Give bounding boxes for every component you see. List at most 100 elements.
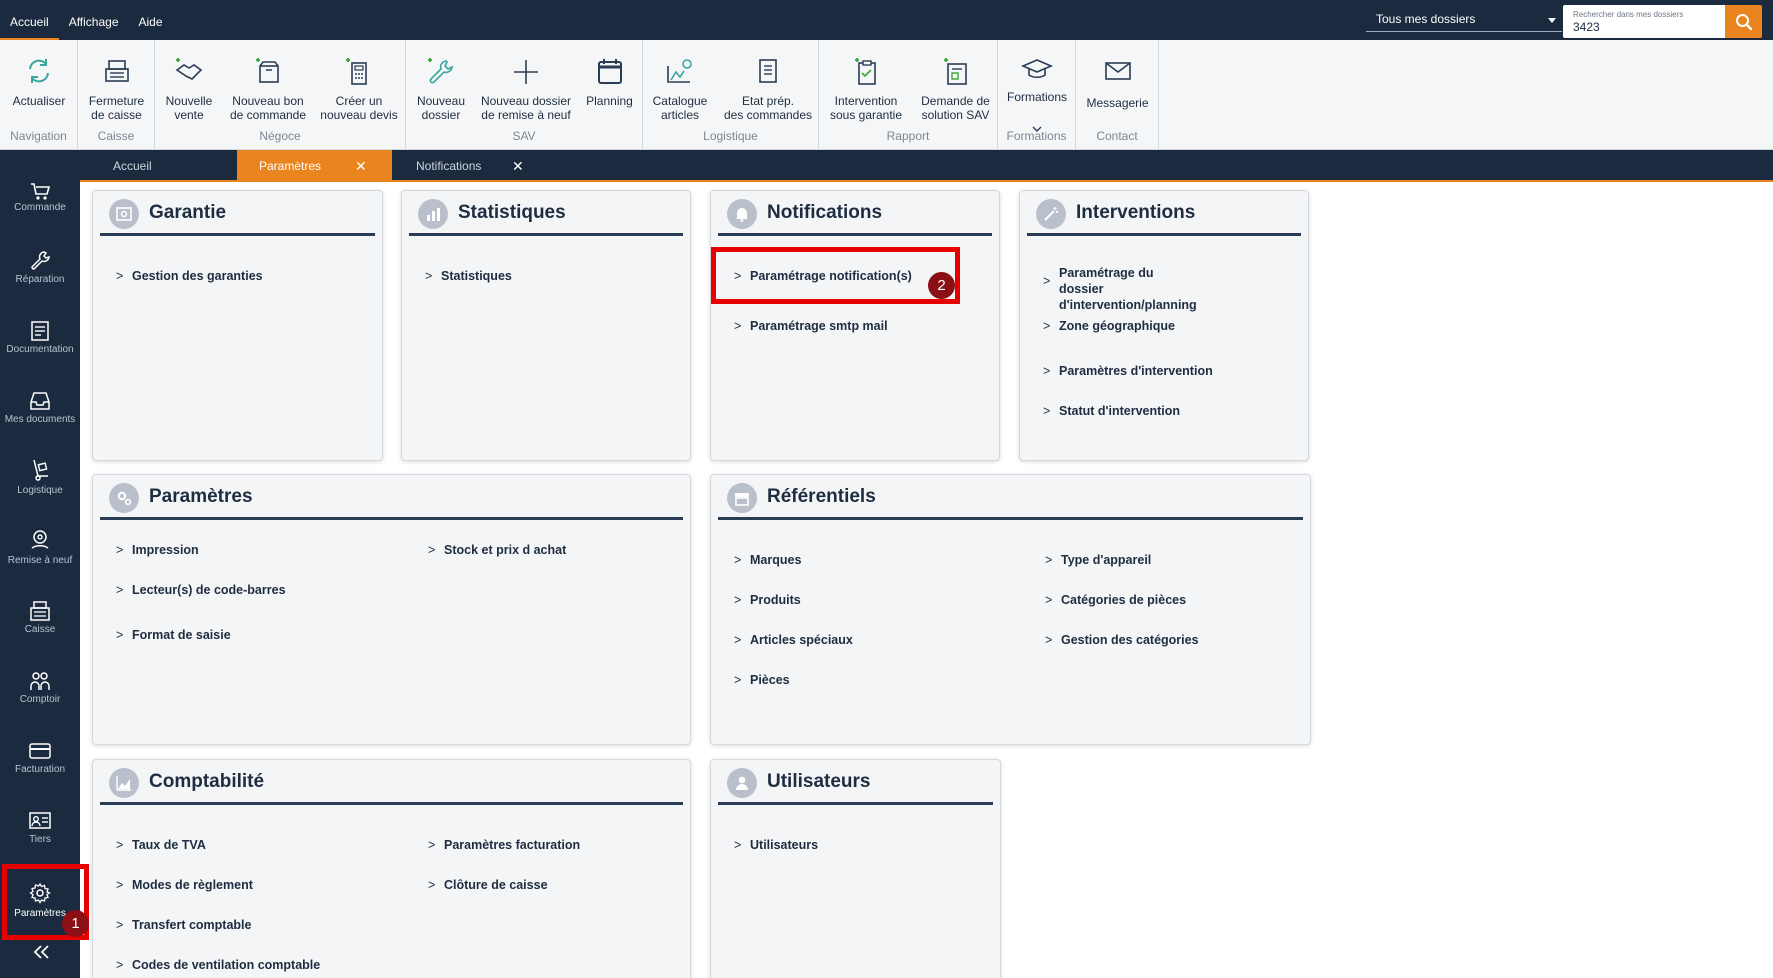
link-marques[interactable]: > Marques: [734, 553, 801, 567]
plus-icon: [514, 60, 538, 84]
sidebar-item-comptoir[interactable]: Comptoir: [0, 670, 80, 740]
link-zone-geographique[interactable]: > Zone géographique: [1043, 319, 1175, 333]
tab-notifications[interactable]: Notifications ✕: [392, 150, 542, 182]
link-pieces[interactable]: > Pièces: [734, 673, 790, 687]
link-label: Gestion des garanties: [132, 269, 263, 283]
link-lecteurs-code-barres[interactable]: > Lecteur(s) de code-barres: [116, 583, 286, 597]
checklist-icon: [759, 59, 777, 83]
link-modes-reglement[interactable]: > Modes de règlement: [116, 878, 253, 892]
nouveau-dossier-remise-neuf-button[interactable]: Nouveau dossier de remise à neuf: [476, 40, 576, 130]
close-icon[interactable]: ✕: [355, 150, 367, 182]
actualiser-button[interactable]: Actualiser: [0, 40, 78, 130]
card-header: Notifications: [718, 191, 992, 236]
tab-notifications-label: Notifications: [416, 159, 482, 173]
search-scope-select[interactable]: Tous mes dossiers: [1366, 7, 1562, 32]
link-produits[interactable]: > Produits: [734, 593, 801, 607]
link-impression[interactable]: > Impression: [116, 543, 199, 557]
sidebar-item-logistique[interactable]: Logistique: [0, 458, 80, 528]
link-label: Stock et prix d achat: [444, 543, 567, 557]
sidebar-item-documentation[interactable]: Documentation: [0, 320, 80, 390]
link-statut-intervention[interactable]: > Statut d'intervention: [1043, 404, 1180, 418]
link-categories-pieces[interactable]: > Catégories de pièces: [1045, 593, 1186, 607]
wrench-plus-icon: [428, 58, 453, 84]
intervention-garantie-button[interactable]: Intervention sous garantie: [819, 40, 913, 130]
sidebar-item-label: Réparation: [15, 274, 65, 285]
formations-button[interactable]: Formations: [998, 40, 1076, 132]
link-parametres-intervention[interactable]: > Paramètres d'intervention: [1043, 364, 1213, 378]
link-statistiques[interactable]: > Statistiques: [425, 269, 512, 283]
link-utilisateurs[interactable]: > Utilisateurs: [734, 838, 818, 852]
etat-preparation-commandes-label: Etat prép. des commandes: [723, 94, 813, 122]
messagerie-button[interactable]: Messagerie: [1076, 40, 1159, 130]
card-interventions: Interventions > Paramétrage du dossier d'…: [1019, 190, 1309, 461]
envelope-icon: [1104, 62, 1131, 80]
nouveau-dossier-button[interactable]: Nouveau dossier: [406, 40, 476, 130]
sidebar-item-mes-documents[interactable]: Mes documents: [0, 390, 80, 460]
refresh-icon: [29, 59, 49, 83]
area-chart-icon: [109, 768, 139, 798]
sidebar-item-facturation[interactable]: Facturation: [0, 740, 80, 810]
card-comptabilite: Comptabilité > Taux de TVA > Modes de règl…: [92, 759, 691, 978]
creer-devis-button[interactable]: Créer un nouveau devis: [313, 40, 405, 130]
link-articles-speciaux[interactable]: > Articles spéciaux: [734, 633, 853, 647]
fermeture-caisse-button[interactable]: Fermeture de caisse: [78, 40, 155, 130]
link-parametrage-smtp[interactable]: > Paramétrage smtp mail: [734, 319, 888, 333]
link-label: Format de saisie: [132, 628, 231, 642]
link-type-appareil[interactable]: > Type d'appareil: [1045, 553, 1151, 567]
actualiser-label: Actualiser: [12, 94, 66, 108]
link-label: Type d'appareil: [1061, 553, 1152, 567]
store-icon: [727, 483, 757, 513]
link-codes-ventilation[interactable]: > Codes de ventilation comptable: [116, 958, 320, 972]
nouvelle-vente-button[interactable]: Nouvelle vente: [155, 40, 223, 130]
catalogue-articles-button[interactable]: Catalogue articles: [643, 40, 717, 130]
link-parametres-facturation[interactable]: > Paramètres facturation: [428, 838, 580, 852]
tab-parametres[interactable]: Paramètres ✕: [237, 150, 392, 182]
handshake-plus-icon: [175, 58, 203, 80]
link-label: Transfert comptable: [132, 918, 252, 932]
sidebar-item-commande[interactable]: Commande: [0, 180, 80, 250]
link-gestion-categories[interactable]: > Gestion des catégories: [1045, 633, 1199, 647]
formations-label: Formations: [1006, 90, 1068, 104]
link-format-saisie[interactable]: > Format de saisie: [116, 628, 231, 642]
refurbish-icon: [31, 530, 49, 549]
card-notifications: Notifications > Paramétrage notification(…: [710, 190, 1000, 461]
step-badge-1: 1: [62, 910, 89, 937]
calendar-icon: [597, 59, 622, 84]
top-menu-bar: Accueil Affichage Aide Tous mes dossiers…: [0, 0, 1773, 40]
sidebar-item-remise-a-neuf[interactable]: Remise à neuf: [0, 528, 80, 598]
tab-accueil-label: Accueil: [113, 159, 152, 173]
sidebar: Commande Réparation Documentation Mes do…: [0, 150, 80, 978]
search-input[interactable]: Rechercher dans mes dossiers 3423: [1563, 5, 1726, 38]
close-icon[interactable]: ✕: [512, 150, 524, 182]
link-label: Pièces: [750, 673, 790, 687]
link-label: Articles spéciaux: [750, 633, 853, 647]
link-parametrage-dossier-intervention[interactable]: > Paramétrage du dossier d'intervention/p…: [1043, 266, 1197, 312]
nouveau-bon-commande-label: Nouveau bon de commande: [229, 94, 307, 122]
link-gestion-garanties[interactable]: > Gestion des garanties: [116, 269, 263, 283]
menu-affichage[interactable]: Affichage: [59, 0, 129, 40]
menu-accueil[interactable]: Accueil: [0, 0, 59, 40]
card-header: Garantie: [100, 191, 375, 236]
card-title: Utilisateurs: [767, 771, 871, 792]
link-taux-tva[interactable]: > Taux de TVA: [116, 838, 206, 852]
menu-aide[interactable]: Aide: [129, 0, 173, 40]
group-label-rapport: Rapport: [886, 129, 930, 143]
planning-button[interactable]: Planning: [576, 40, 643, 130]
card-title: Garantie: [149, 202, 227, 223]
link-label: Marques: [750, 553, 802, 567]
card-header: Comptabilité: [100, 760, 683, 805]
link-transfert-comptable[interactable]: > Transfert comptable: [116, 918, 251, 932]
nouveau-bon-commande-button[interactable]: Nouveau bon de commande: [223, 40, 313, 130]
link-label: Statistiques: [441, 269, 512, 283]
sidebar-item-reparation[interactable]: Réparation: [0, 250, 80, 320]
sidebar-item-caisse[interactable]: Caisse: [0, 600, 80, 670]
double-chevron-left-icon[interactable]: [32, 944, 52, 960]
group-label-navigation: Navigation: [10, 129, 67, 143]
tab-accueil[interactable]: Accueil: [80, 150, 237, 182]
search-button[interactable]: [1725, 5, 1762, 38]
ribbon-group-logistique: Catalogue articles Etat prép. des comman…: [643, 40, 819, 150]
demande-solution-sav-button[interactable]: Demande de solution SAV: [913, 40, 998, 130]
link-cloture-caisse[interactable]: > Clôture de caisse: [428, 878, 548, 892]
etat-preparation-commandes-button[interactable]: Etat prép. des commandes: [717, 40, 819, 130]
link-stock-prix-achat[interactable]: > Stock et prix d achat: [428, 543, 566, 557]
